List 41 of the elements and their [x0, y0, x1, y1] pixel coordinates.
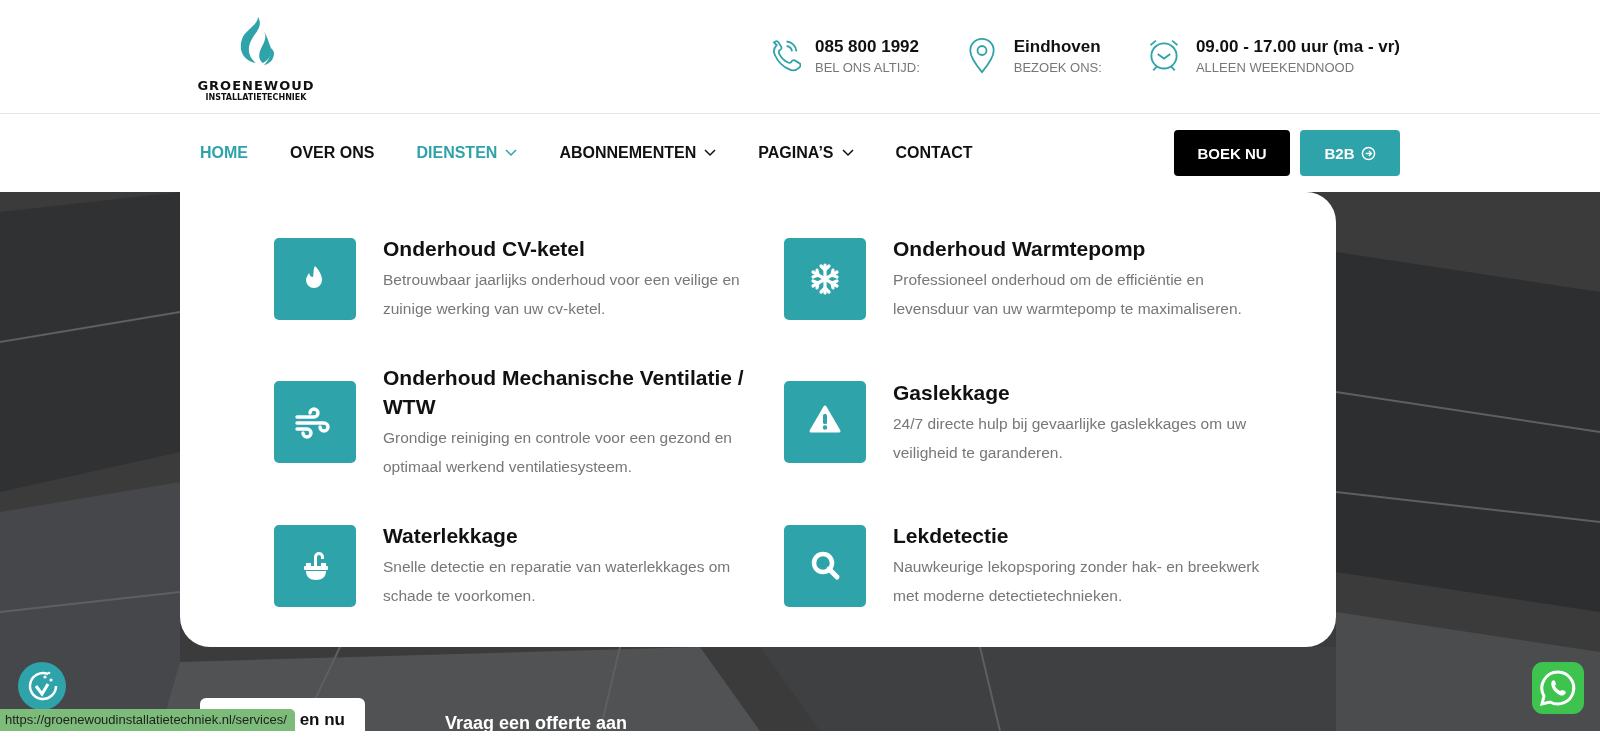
service-description: Professioneel onderhoud om de efficiëntie en levensduur van uw warmtepomp te maximaliseren.	[893, 270, 1243, 319]
contact-value: 09.00 - 17.00 uur (ma - vr)	[1195, 35, 1400, 58]
cookie-check-icon[interactable]	[18, 662, 66, 710]
warning-icon	[784, 381, 866, 463]
snowflake-icon	[784, 237, 866, 320]
contact-value: Eindhoven	[1013, 35, 1102, 58]
service-link[interactable]: Waterlekkage Snelle detectie en reparatie van waterlekkages om schade te voorkomen.	[274, 521, 784, 610]
service-description: Betrouwbaar jaarlijks onderhoud voor een veilige en zuinige werking van uw cv-ketel.	[383, 270, 741, 319]
service-description: Snelle detectie en reparatie van waterlekkages om schade te voorkomen.	[383, 557, 732, 606]
nav-link[interactable]: CONTACT	[895, 144, 973, 162]
service-link[interactable]: Onderhoud CV-ketel Betrouwbaar jaarlijks onderhoud voor een veilige en zuinige werking van uw cv-ketel.	[274, 234, 784, 323]
search-icon	[784, 524, 866, 607]
chat-bubble-phone-icon[interactable]	[1532, 662, 1584, 714]
contact-label: BEL ONS ALTIJD:	[815, 58, 920, 77]
service-title: Gaslekkage	[893, 379, 1011, 406]
arrow-circle-icon	[1360, 145, 1376, 161]
nav-button[interactable]: BOEK NU	[1174, 130, 1290, 176]
service-link[interactable]: Lekdetectie Nauwkeurige lekopsporing zonder hak- en breekwerk met moderne detectietechnieken.	[784, 521, 1284, 610]
nav-link[interactable]: OVER ONS	[290, 144, 375, 162]
nav-link[interactable]: ABONNEMENTEN	[559, 144, 717, 162]
contact-label: BEZOEK ONS:	[1013, 58, 1102, 77]
logo-subtitle: INSTALLATIETECHNIEK	[205, 92, 307, 103]
service-link[interactable]: Onderhoud Warmtepomp Professioneel onderhoud om de efficiëntie en levensduur van uw warmtepomp te maximaliseren.	[784, 234, 1284, 323]
logo-name: GROENEWOUD	[197, 78, 315, 93]
nav-link[interactable]: PAGINA’S	[758, 144, 854, 162]
flame-icon	[274, 237, 356, 320]
service-description: Grondige reiniging en controle voor een gezond en optimaal werkend ventilatiesysteem.	[383, 428, 733, 477]
service-title: Lekdetectie	[893, 523, 1010, 549]
contact-label: ALLEEN WEEKENDNOOD	[1195, 58, 1356, 77]
wind-icon	[274, 381, 356, 463]
service-title: Onderhoud Mechanische Ventilatie / WTW	[383, 365, 745, 420]
service-title: Onderhoud Warmtepomp	[893, 236, 1147, 262]
service-link[interactable]: Onderhoud Mechanische Ventilatie / WTW Grondige reiniging en controle voor een gezond en optimaal werkend ventilatiesysteem.	[274, 363, 784, 481]
service-description: 24/7 directe hulp bij gevaarlijke gaslekkages om uw veiligheid te garanderen.	[893, 413, 1248, 463]
service-description: Nauwkeurige lekopsporing zonder hak- en breekwerk met moderne detectietechnieken.	[893, 557, 1261, 606]
contact-value: 085 800 1992	[815, 35, 920, 58]
service-title: Onderhoud CV-ketel	[383, 236, 586, 262]
sink-icon	[274, 524, 356, 607]
service-link[interactable]: Gaslekkage 24/7 directe hulp bij gevaarlijke gaslekkages om uw veiligheid te garanderen.	[784, 363, 1284, 481]
status-url-tooltip: https://groenewoudinstallatietechniek.nl/services/	[0, 709, 295, 731]
service-title: Waterlekkage	[383, 523, 519, 549]
